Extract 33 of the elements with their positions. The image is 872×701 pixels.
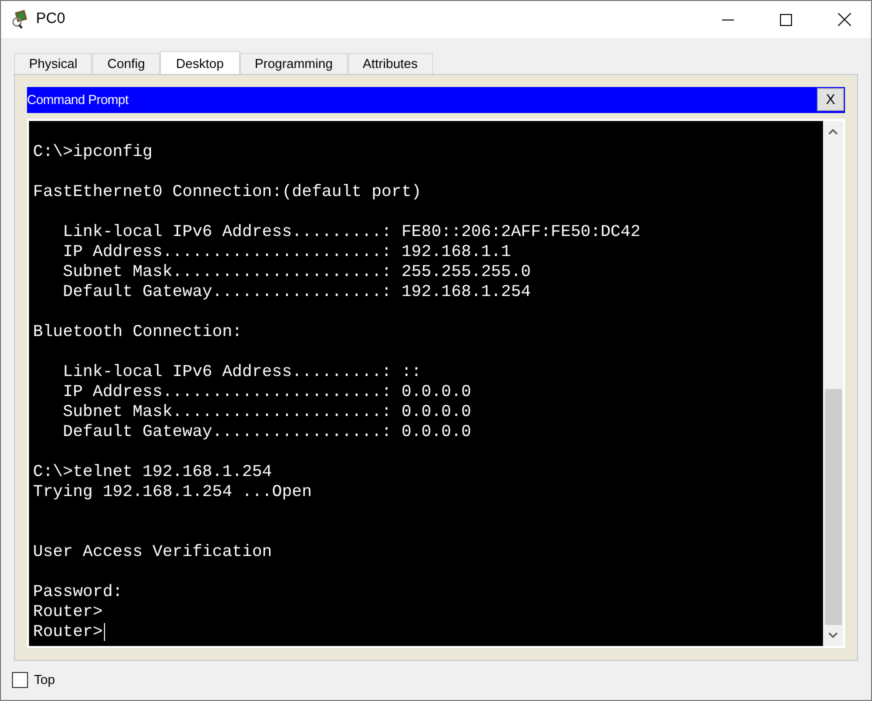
terminal-line: IP Address......................: 192.168.1.1 (62, 242, 511, 262)
maximize-icon[interactable] (780, 14, 792, 26)
terminal-line: Default Gateway.................: 192.168.1.254 (62, 282, 531, 302)
close-button[interactable]: X (817, 88, 844, 112)
tab[interactable]: Programming (240, 53, 348, 74)
terminal-line: Link-local IPv6 Address.........: FE80::206:2AFF:FE50:DC42 (62, 222, 640, 242)
terminal-line: FastEthernet0 Connection:(default port) (33, 182, 422, 202)
window-title: PC0 (36, 9, 66, 30)
tab[interactable]: Desktop (160, 51, 240, 75)
terminal-line: Bluetooth Connection: (33, 322, 242, 342)
scrollbar[interactable] (823, 120, 843, 646)
terminal-line: C:\>telnet 192.168.1.254 (33, 462, 272, 482)
terminal-line: IP Address......................: 0.0.0.0 (62, 382, 472, 402)
terminal-line: Subnet Mask.....................: 255.255.255.0 (62, 262, 531, 282)
top-checkbox[interactable] (12, 672, 28, 688)
terminal-line: Password: (33, 582, 123, 602)
terminal-line: Trying 192.168.1.254 ...Open (33, 482, 312, 502)
panel-title: Command Prompt (27, 91, 128, 110)
terminal-line: User Access Verification (33, 542, 272, 562)
terminal-line: Default Gateway.................: 0.0.0.0 (62, 422, 472, 442)
terminal-line: Router> (33, 622, 103, 642)
terminal-line: Subnet Mask.....................: 0.0.0.0 (62, 402, 472, 422)
terminal-line: C:\>ipconfig (33, 142, 152, 162)
terminal-line: Router> (33, 602, 103, 622)
tab[interactable]: Physical (14, 53, 92, 74)
tab[interactable]: Config (92, 53, 160, 74)
terminal-line: Link-local IPv6 Address.........: :: (62, 362, 422, 382)
close-icon[interactable] (838, 13, 851, 26)
scrollbar-thumb[interactable] (824, 388, 842, 625)
checkbox-label: Top (34, 671, 55, 690)
scroll-down-icon[interactable] (828, 632, 838, 638)
scroll-up-icon[interactable] (828, 128, 838, 135)
tab[interactable]: Attributes (348, 53, 433, 74)
